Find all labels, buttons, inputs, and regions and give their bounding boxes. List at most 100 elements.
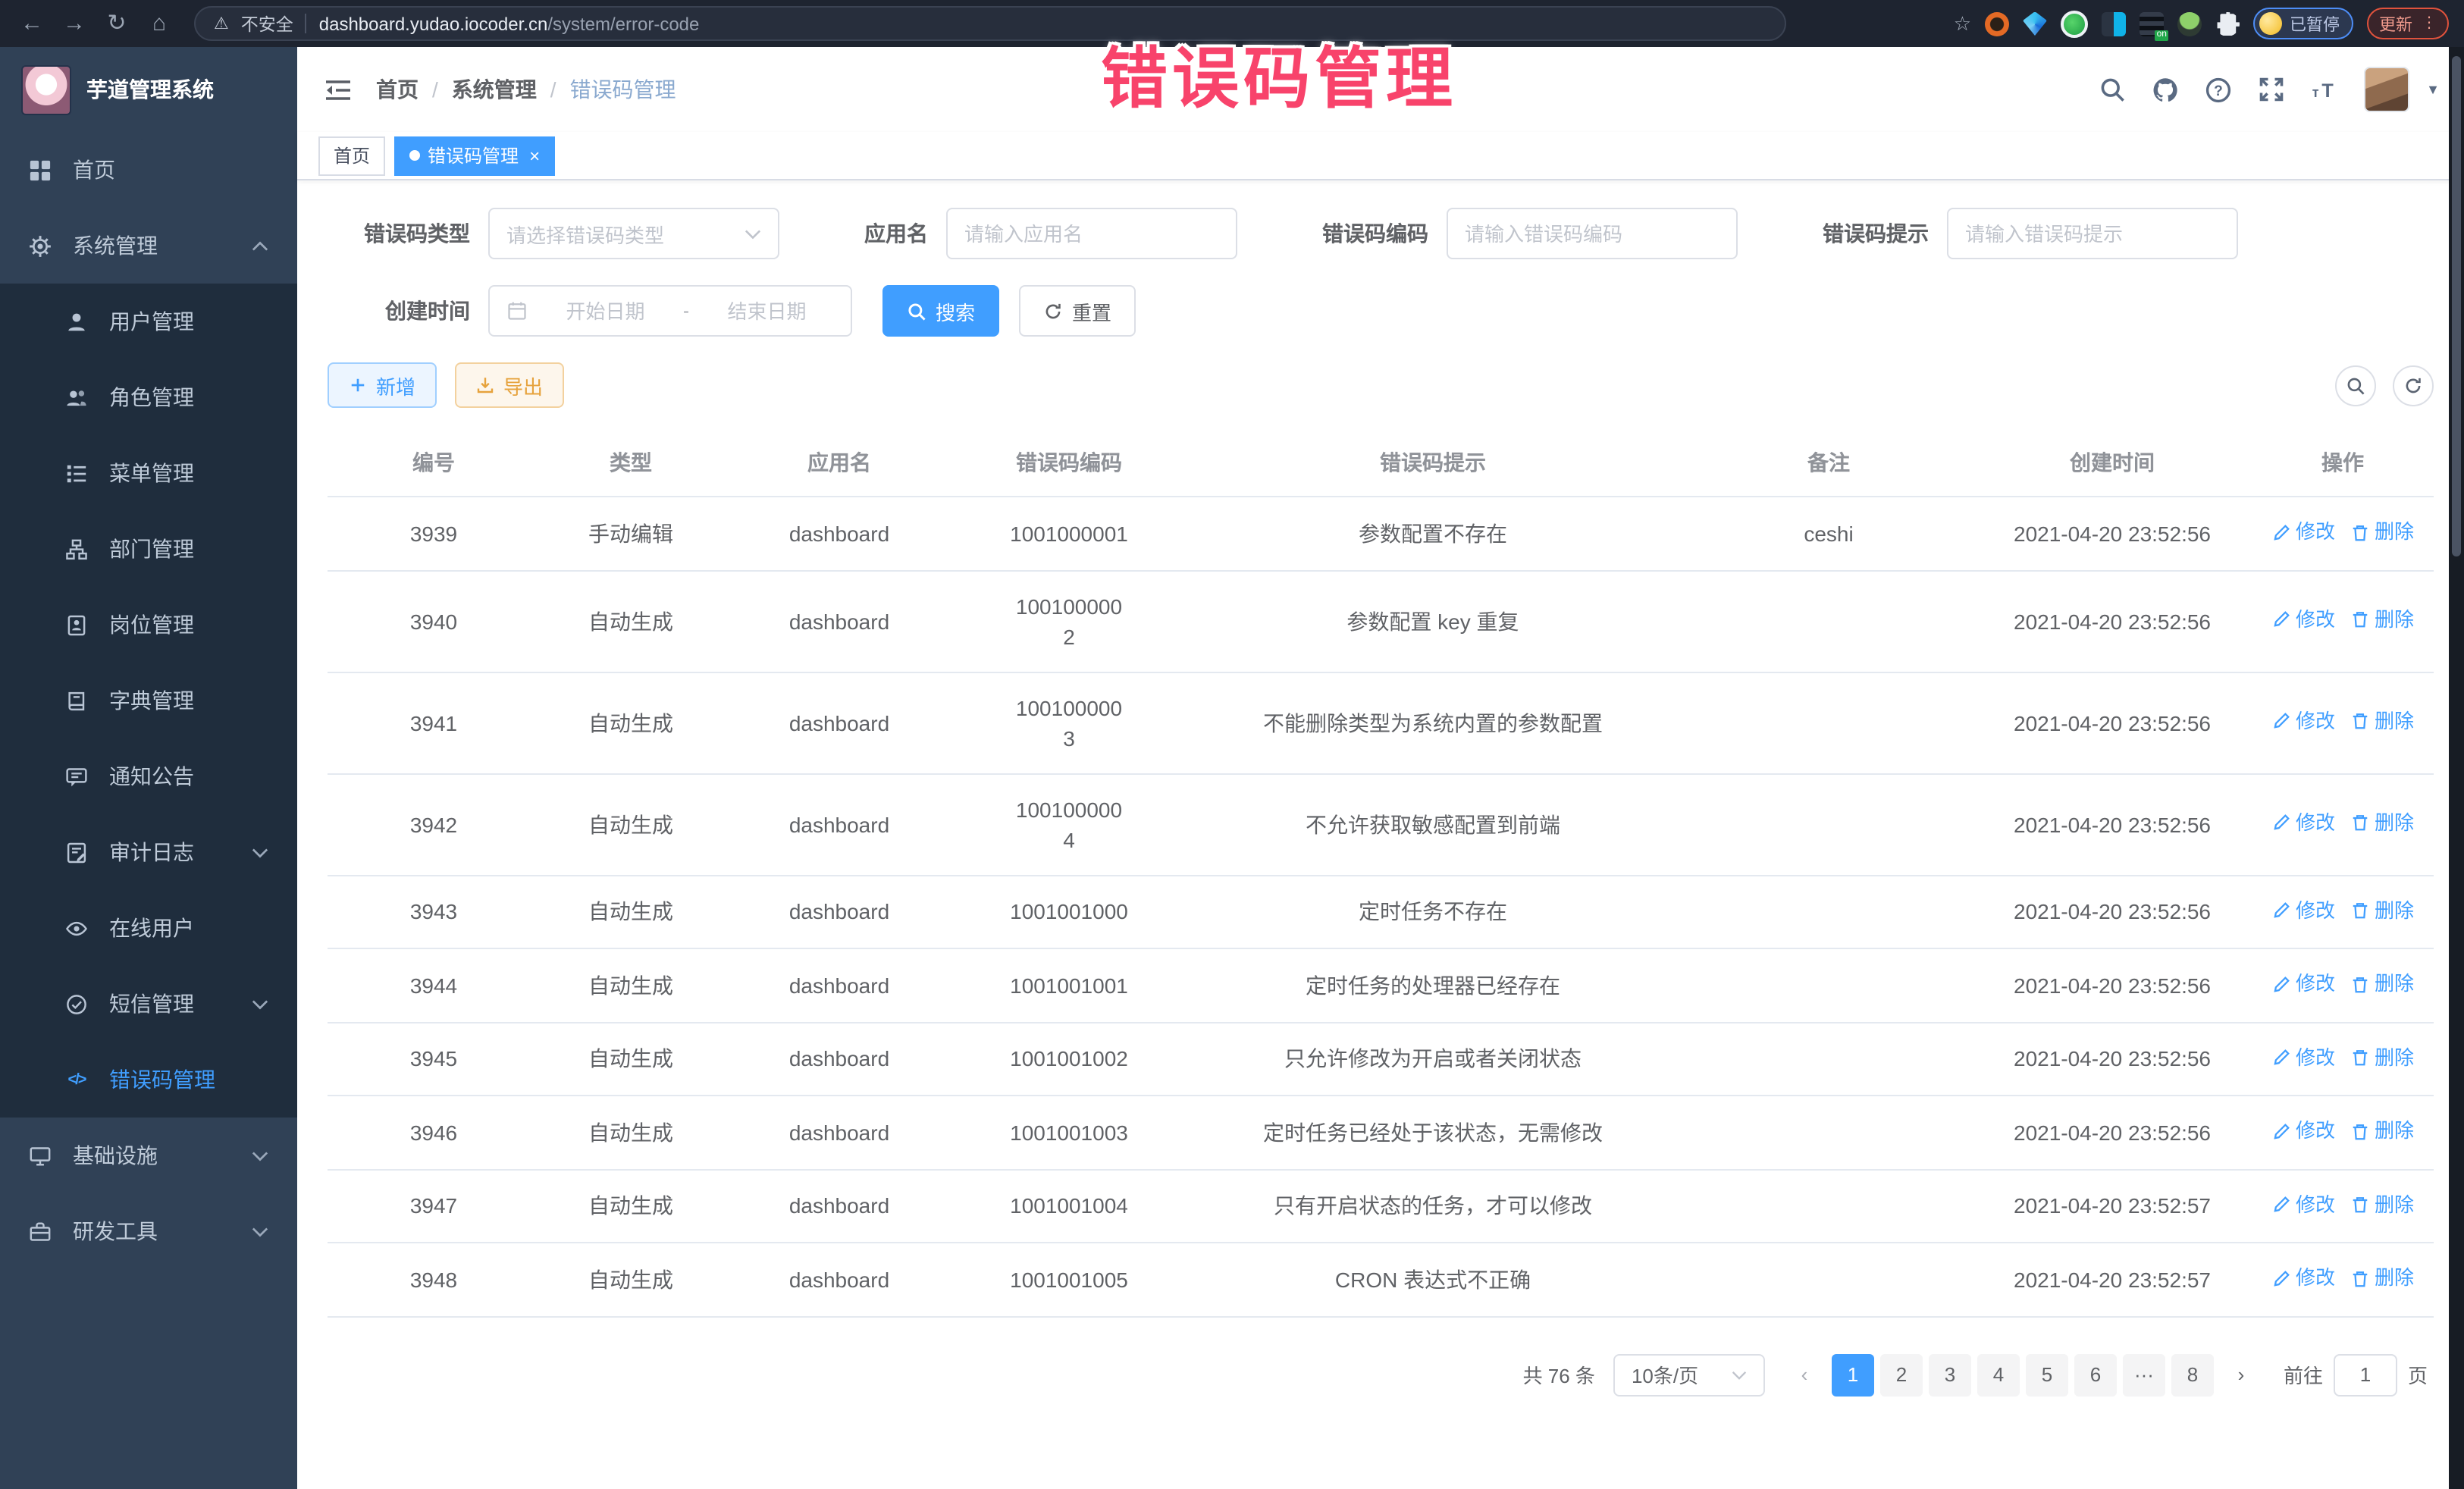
sidebar-item-users[interactable]: 用户管理 (0, 284, 297, 359)
chevron-down-icon (252, 847, 268, 857)
search-icon[interactable] (2099, 76, 2126, 103)
extension-icon-2[interactable] (2023, 11, 2047, 36)
sidebar-item-error-codes[interactable]: </> 错误码管理 (0, 1042, 297, 1118)
breadcrumb-home[interactable]: 首页 (376, 74, 419, 105)
fullscreen-icon[interactable] (2258, 76, 2285, 103)
edit-link[interactable]: 修改 (2271, 1042, 2335, 1073)
sidebar-item-online-users[interactable]: 在线用户 (0, 890, 297, 966)
edit-link[interactable]: 修改 (2271, 1116, 2335, 1146)
github-icon[interactable] (2152, 76, 2179, 103)
browser-menu-kebab-icon[interactable]: ⋮ (2422, 18, 2437, 29)
tag-error-codes[interactable]: 错误码管理 × (394, 136, 555, 175)
edit-link[interactable]: 修改 (2271, 517, 2335, 547)
edit-link[interactable]: 修改 (2271, 895, 2335, 926)
page-button-6[interactable]: 6 (2074, 1353, 2117, 1396)
delete-link[interactable]: 删除 (2350, 1190, 2414, 1220)
sidebar-item-sms[interactable]: 短信管理 (0, 966, 297, 1042)
browser-forward-icon[interactable]: → (58, 7, 91, 40)
edit-link[interactable]: 修改 (2271, 707, 2335, 737)
create-time-range-picker[interactable]: - (488, 285, 852, 337)
delete-link[interactable]: 删除 (2350, 1263, 2414, 1293)
page-button-4[interactable]: 4 (1977, 1353, 2020, 1396)
goto-page-input[interactable] (2341, 1363, 2390, 1386)
extension-icon-5[interactable]: on (2140, 11, 2164, 36)
edit-link[interactable]: 修改 (2271, 969, 2335, 999)
breadcrumb-current: 错误码管理 (570, 74, 676, 105)
bookmark-star-icon[interactable]: ☆ (1954, 11, 1971, 36)
delete-link[interactable]: 删除 (2350, 707, 2414, 737)
page-button-5[interactable]: 5 (2026, 1353, 2068, 1396)
app-logo-row[interactable]: 芋道管理系统 (0, 47, 297, 132)
toggle-search-button[interactable] (2335, 365, 2376, 406)
error-type-select[interactable]: 请选择错误码类型 (488, 208, 779, 259)
error-code-input[interactable] (1465, 222, 1719, 245)
browser-reload-icon[interactable]: ↻ (100, 7, 133, 40)
page-button-8[interactable]: 8 (2171, 1353, 2214, 1396)
app-name-input[interactable] (964, 222, 1219, 245)
avatar-caret-icon[interactable]: ▼ (2426, 82, 2440, 97)
tag-close-icon[interactable]: × (529, 145, 540, 166)
delete-link[interactable]: 删除 (2350, 1116, 2414, 1146)
browser-back-icon[interactable]: ← (15, 7, 49, 40)
cell-remark (1685, 1243, 1973, 1316)
export-button[interactable]: 导出 (455, 362, 564, 408)
extension-icon-4[interactable] (2102, 11, 2126, 36)
delete-link[interactable]: 删除 (2350, 517, 2414, 547)
extension-icon-7[interactable] (2215, 11, 2240, 36)
sidebar-item-departments[interactable]: 部门管理 (0, 511, 297, 587)
add-button[interactable]: 新增 (328, 362, 437, 408)
start-date-input[interactable] (538, 299, 672, 322)
address-bar[interactable]: ⚠ 不安全 dashboard.yudao.iocoder.cn/system/… (194, 6, 1786, 41)
sidebar-item-menus[interactable]: 菜单管理 (0, 435, 297, 511)
prev-page-button[interactable]: ‹ (1783, 1353, 1826, 1396)
cell-type: 自动生成 (540, 1169, 722, 1243)
next-page-button[interactable]: › (2220, 1353, 2262, 1396)
sidebar-item-dictionary[interactable]: 字典管理 (0, 663, 297, 738)
cell-time: 2021-04-20 23:52:56 (1973, 948, 2252, 1022)
col-time: 创建时间 (1973, 429, 2252, 497)
page-more-button[interactable]: ··· (2123, 1353, 2165, 1396)
refresh-table-button[interactable] (2393, 365, 2434, 406)
user-avatar[interactable] (2364, 67, 2409, 112)
browser-home-icon[interactable]: ⌂ (143, 7, 176, 40)
sidebar-item-posts[interactable]: 岗位管理 (0, 587, 297, 663)
delete-link[interactable]: 删除 (2350, 605, 2414, 635)
sidebar-item-dev-tools[interactable]: 研发工具 (0, 1193, 297, 1269)
scrollbar-thumb[interactable] (2452, 56, 2461, 556)
help-icon[interactable]: ? (2205, 76, 2232, 103)
tag-home[interactable]: 首页 (318, 136, 385, 175)
edit-link[interactable]: 修改 (2271, 1190, 2335, 1220)
page-button-1[interactable]: 1 (1832, 1353, 1874, 1396)
extension-icon-6[interactable] (2177, 11, 2202, 36)
sidebar-item-notices[interactable]: 通知公告 (0, 738, 297, 814)
book-icon (65, 689, 88, 712)
delete-link[interactable]: 删除 (2350, 969, 2414, 999)
sidebar-item-roles[interactable]: 角色管理 (0, 359, 297, 435)
edit-link[interactable]: 修改 (2271, 1263, 2335, 1293)
delete-link[interactable]: 删除 (2350, 808, 2414, 839)
extension-icon-1[interactable] (1985, 11, 2009, 36)
browser-profile-button[interactable]: 已暂停 (2253, 8, 2353, 39)
window-scrollbar[interactable] (2449, 47, 2464, 1489)
edit-link[interactable]: 修改 (2271, 808, 2335, 839)
font-size-icon[interactable]: тT (2311, 76, 2338, 103)
delete-link[interactable]: 删除 (2350, 1042, 2414, 1073)
sidebar-item-home[interactable]: 首页 (0, 132, 297, 208)
edit-link[interactable]: 修改 (2271, 605, 2335, 635)
end-date-input[interactable] (700, 299, 834, 322)
delete-link[interactable]: 删除 (2350, 895, 2414, 926)
extension-icon-3[interactable] (2061, 10, 2088, 37)
sidebar-item-infrastructure[interactable]: 基础设施 (0, 1118, 297, 1193)
sidebar-item-system[interactable]: 系统管理 (0, 208, 297, 284)
page-button-2[interactable]: 2 (1880, 1353, 1923, 1396)
page-size-select[interactable]: 10条/页 (1613, 1353, 1765, 1396)
search-button[interactable]: 搜索 (882, 285, 999, 337)
sidebar-fold-icon[interactable] (321, 77, 355, 102)
cell-app: dashboard (722, 1243, 957, 1316)
page-button-3[interactable]: 3 (1929, 1353, 1971, 1396)
sidebar-item-audit-log[interactable]: 审计日志 (0, 814, 297, 890)
browser-update-button[interactable]: 更新 ⋮ (2367, 8, 2449, 39)
error-hint-input[interactable] (1965, 222, 2220, 245)
reset-button[interactable]: 重置 (1019, 285, 1136, 337)
breadcrumb-system[interactable]: 系统管理 (452, 74, 537, 105)
